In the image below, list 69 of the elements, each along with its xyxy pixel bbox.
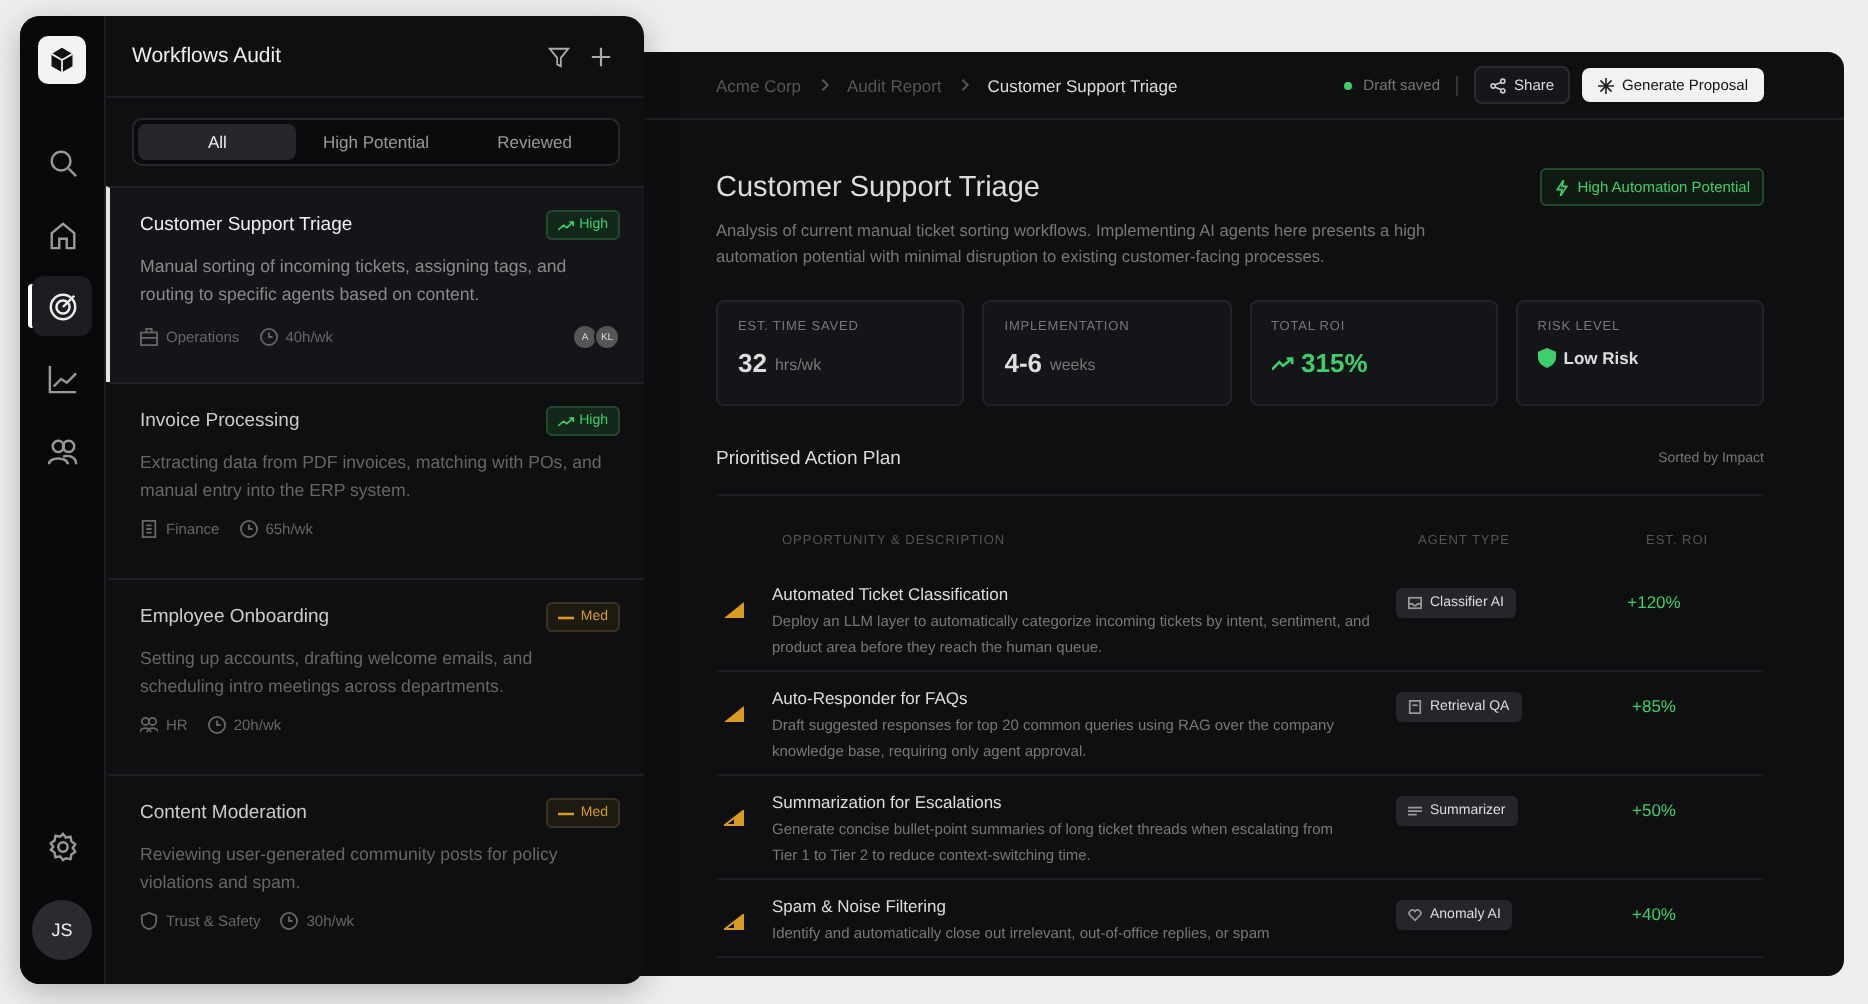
lightning-icon [1553,179,1570,195]
target-icon [47,291,77,321]
metric-value: Low Risk [1563,348,1639,368]
action-title: Auto-Responder for FAQs [772,688,970,708]
user-avatar[interactable]: JS [32,900,92,960]
nav-button[interactable] [32,276,92,336]
workflow-title: Customer Support Triage [140,214,353,236]
chevron-icon [817,78,832,92]
filter-tab[interactable]: All [138,124,297,160]
clock-icon [280,912,299,930]
clock-icon [207,716,226,734]
impact-icon [724,810,744,826]
people-icon [140,716,158,734]
workflow-title: Invoice Processing [140,410,300,432]
building-icon [140,520,158,538]
clock-icon [259,328,278,346]
sparkle-icon [1598,77,1615,93]
home-icon [47,219,77,249]
inbox-icon [1408,596,1422,610]
workflow-title: Content Moderation [140,802,307,824]
metric-value: 32 [738,348,767,378]
clock-icon [239,520,258,538]
impact-icon [724,706,744,722]
workflow-title: Employee Onboarding [140,606,330,628]
impact-icon [724,914,744,930]
workflow-description: Setting up accounts, drafting welcome emails, and scheduling intro meetings across departments. [140,646,535,700]
chevron-icon [957,78,972,92]
section-title: Prioritised Action Plan [716,448,901,470]
trend-up-icon [557,415,574,427]
add-icon[interactable] [590,45,612,67]
roi-value: +40% [1630,902,1678,924]
filter-icon[interactable] [548,45,570,67]
metric-value: 315% [1301,348,1368,378]
search-icon [47,147,77,177]
settings-icon [47,831,77,861]
dash-icon [558,811,575,815]
status-dot-icon [1343,81,1352,89]
shield-icon [140,912,158,930]
workflow-description: Manual sorting of incoming tickets, assigning tags, and routing to specific agents based on content. [140,254,569,308]
users-icon [47,435,77,465]
report-description: Analysis of current manual ticket sorting workflows. Implementing AI agents here presents a high automation potential with minimal disruption to existing customer-facing processes. [716,218,1428,270]
breadcrumb-link[interactable]: Customer Support Triage [987,75,1178,95]
trend-up-icon [557,219,574,231]
share-icon [1490,77,1507,93]
lines-icon [1408,804,1422,818]
heart-icon [1408,908,1422,922]
line-chart-icon [47,363,77,393]
metric-unit: weeks [1050,356,1096,374]
action-title: Spam & Noise Filtering [772,896,948,916]
roi-value: +85% [1630,694,1678,716]
panel-title: Workflows Audit [132,44,283,68]
shield-icon [1537,348,1556,368]
action-title: Automated Ticket Classification [772,584,1011,604]
trend-up-icon [1271,355,1293,371]
filter-tab[interactable]: High Potential [296,124,456,160]
filter-tab[interactable]: Reviewed [455,124,614,160]
roi-value: +120% [1625,590,1683,612]
dash-icon [558,615,575,619]
book-icon [1408,700,1422,714]
roi-value: +50% [1630,798,1678,820]
cube-logo-icon[interactable] [38,36,86,84]
workflow-description: Extracting data from PDF invoices, matching with POs, and manual entry into the ERP system. [140,450,604,504]
briefcase-icon [140,328,158,346]
metric-unit: hrs/wk [774,356,822,374]
report-title: Customer Support Triage [716,171,1040,203]
workflow-description: Reviewing user-generated community posts for policy violations and spam. [140,842,560,896]
metric-value: 4-6 [1004,348,1043,378]
impact-icon [724,602,744,618]
action-title: Summarization for Escalations [772,792,1004,812]
